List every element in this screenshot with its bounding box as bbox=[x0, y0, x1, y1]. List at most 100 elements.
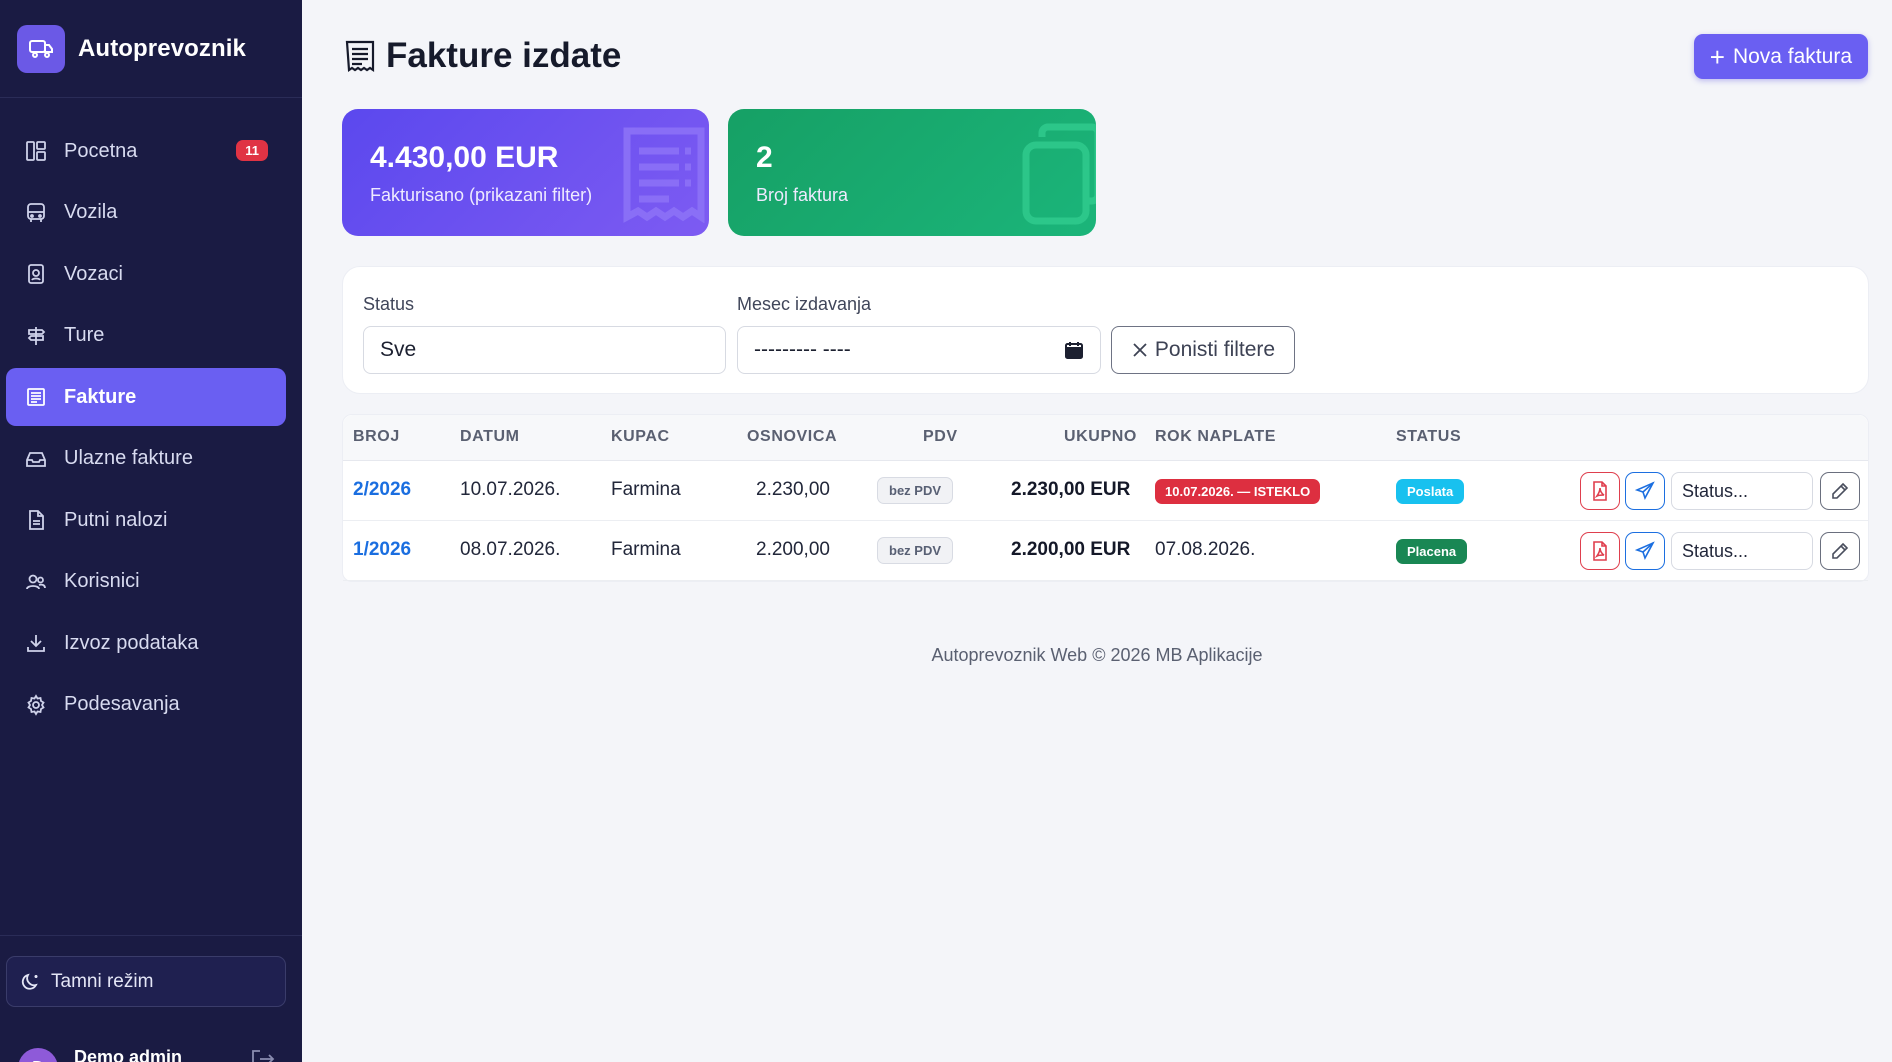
sidebar-item-vozila[interactable]: Vozila bbox=[6, 184, 286, 242]
brand[interactable]: Autoprevoznik bbox=[0, 0, 302, 98]
reset-filters-label: Ponisti filtere bbox=[1154, 338, 1276, 361]
column-header: OSNOVICA bbox=[747, 428, 838, 445]
table-header: BROJ DATUM KUPAC OSNOVICA PDV UKUPNO ROK… bbox=[343, 415, 1868, 461]
column-header: KUPAC bbox=[611, 428, 670, 445]
bus-icon bbox=[24, 201, 48, 225]
page-footer: Autoprevoznik Web © 2026 MB Aplikacije bbox=[931, 645, 1263, 665]
stat-value: 2 bbox=[756, 141, 773, 174]
vat-badge: bez PDV bbox=[877, 537, 954, 564]
pdf-button[interactable] bbox=[1580, 532, 1620, 570]
status-change-value: Status... bbox=[1682, 540, 1749, 561]
page-title-text: Fakture izdate bbox=[386, 36, 622, 75]
invoice-number-link[interactable]: 1/2026 bbox=[353, 539, 411, 561]
sidebar-item-fakture[interactable]: Fakture bbox=[6, 368, 286, 426]
close-icon bbox=[1131, 341, 1149, 359]
plus-icon: + bbox=[1709, 41, 1725, 72]
send-icon bbox=[1635, 481, 1655, 501]
logout-icon[interactable] bbox=[250, 1048, 276, 1062]
pencil-icon bbox=[1831, 482, 1849, 500]
user-profile: D Demo admin bbox=[18, 1034, 284, 1062]
month-filter-label: Mesec izdavanja bbox=[737, 294, 872, 314]
sidebar-item-label: Ture bbox=[64, 324, 105, 346]
dark-mode-toggle[interactable]: Tamni režim bbox=[6, 956, 286, 1007]
column-header: STATUS bbox=[1396, 428, 1462, 445]
notification-badge: 11 bbox=[236, 140, 268, 161]
moon-icon bbox=[21, 972, 41, 992]
status-select-value: Sve bbox=[380, 338, 417, 361]
status-badge: Poslata bbox=[1396, 479, 1465, 504]
invoice-number-link[interactable]: 2/2026 bbox=[353, 479, 411, 501]
column-header: BROJ bbox=[353, 428, 400, 445]
send-button[interactable] bbox=[1625, 532, 1665, 570]
receipt-icon bbox=[621, 127, 707, 228]
column-header: UKUPNO bbox=[1064, 428, 1137, 445]
avatar: D bbox=[18, 1048, 58, 1062]
send-button[interactable] bbox=[1625, 472, 1665, 510]
status-badge: Placena bbox=[1396, 539, 1468, 564]
pdf-button[interactable] bbox=[1580, 472, 1620, 510]
stat-card-count: 2 Broj faktura bbox=[728, 109, 1096, 236]
invoice-total: 2.200,00 EUR bbox=[1011, 539, 1131, 560]
invoices-table: BROJ DATUM KUPAC OSNOVICA PDV UKUPNO ROK… bbox=[342, 414, 1869, 582]
signpost-icon bbox=[24, 324, 48, 348]
sidebar-item-ture[interactable]: Ture bbox=[6, 307, 286, 365]
id-badge-icon bbox=[24, 262, 48, 286]
sidebar-item-putni-nalozi[interactable]: Putni nalozi bbox=[6, 491, 286, 549]
status-select[interactable]: Sve bbox=[363, 326, 726, 374]
stat-value: 4.430,00 EUR bbox=[370, 141, 559, 174]
download-icon bbox=[24, 631, 48, 655]
sidebar-item-vozaci[interactable]: Vozaci bbox=[6, 245, 286, 303]
new-invoice-label: Nova faktura bbox=[1732, 44, 1852, 68]
due-date-badge: 10.07.2026. — ISTEKLO bbox=[1155, 479, 1321, 504]
calendar-icon[interactable] bbox=[1064, 340, 1084, 360]
sidebar-item-izvoz-podataka[interactable]: Izvoz podataka bbox=[6, 614, 286, 672]
column-header: PDV bbox=[923, 428, 958, 445]
stat-label: Fakturisano (prikazani filter) bbox=[370, 185, 593, 205]
users-icon bbox=[24, 570, 48, 594]
invoice-total: 2.230,00 EUR bbox=[1011, 479, 1131, 500]
reset-filters-button[interactable]: Ponisti filtere bbox=[1111, 326, 1295, 374]
sidebar-item-ulazne-fakture[interactable]: Ulazne fakture bbox=[6, 430, 286, 488]
status-change-select[interactable]: Status... bbox=[1671, 472, 1813, 510]
column-header: DATUM bbox=[460, 428, 520, 445]
sidebar-item-korisnici[interactable]: Korisnici bbox=[6, 553, 286, 611]
brand-name: Autoprevoznik bbox=[78, 34, 246, 62]
edit-button[interactable] bbox=[1820, 472, 1860, 510]
month-input[interactable]: --------- ---- bbox=[737, 326, 1101, 374]
sidebar-item-label: Izvoz podataka bbox=[64, 631, 199, 654]
sidebar-footer: Tamni režim D Demo admin bbox=[0, 935, 302, 1062]
page-title: Fakture izdate bbox=[344, 36, 621, 76]
table-row: 2/2026 10.07.2026. Farmina 2.230,00 bez … bbox=[343, 461, 1868, 521]
sidebar-item-label: Vozaci bbox=[64, 262, 123, 285]
sidebar-item-label: Vozila bbox=[64, 201, 118, 223]
sidebar-item-label: Ulazne fakture bbox=[64, 447, 193, 469]
status-filter-label: Status bbox=[363, 294, 415, 314]
invoice-customer: Farmina bbox=[611, 479, 681, 500]
new-invoice-button[interactable]: + Nova faktura bbox=[1693, 34, 1868, 79]
invoice-base: 2.200,00 bbox=[756, 539, 830, 560]
invoice-date: 08.07.2026. bbox=[460, 539, 561, 560]
table-row: 1/2026 08.07.2026. Farmina 2.200,00 bez … bbox=[343, 521, 1868, 581]
stat-label: Broj faktura bbox=[756, 185, 849, 205]
sidebar-item-pocetna[interactable]: Pocetna 11 bbox=[6, 122, 286, 180]
truck-icon bbox=[17, 24, 65, 73]
due-date: 07.08.2026. bbox=[1155, 539, 1256, 560]
receipt-icon bbox=[24, 385, 48, 409]
edit-button[interactable] bbox=[1820, 532, 1860, 570]
invoice-base: 2.230,00 bbox=[756, 479, 830, 500]
status-change-select[interactable]: Status... bbox=[1671, 532, 1813, 570]
send-icon bbox=[1635, 541, 1655, 561]
user-name: Demo admin bbox=[74, 1046, 183, 1062]
sidebar: Autoprevoznik Pocetna 11 Vozila Vozaci T… bbox=[0, 0, 302, 1062]
gear-icon bbox=[24, 693, 48, 717]
inbox-icon bbox=[24, 447, 48, 471]
vat-badge: bez PDV bbox=[877, 477, 954, 504]
sidebar-item-label: Pocetna bbox=[64, 139, 138, 162]
status-change-value: Status... bbox=[1682, 480, 1749, 501]
invoice-date: 10.07.2026. bbox=[460, 479, 561, 500]
sidebar-nav: Pocetna 11 Vozila Vozaci Ture Fakture Ul… bbox=[0, 98, 302, 734]
file-pdf-icon bbox=[1591, 541, 1609, 561]
sidebar-item-label: Putni nalozi bbox=[64, 508, 168, 531]
sidebar-item-podesavanja[interactable]: Podesavanja bbox=[6, 676, 286, 734]
sidebar-item-label: Korisnici bbox=[64, 570, 140, 592]
